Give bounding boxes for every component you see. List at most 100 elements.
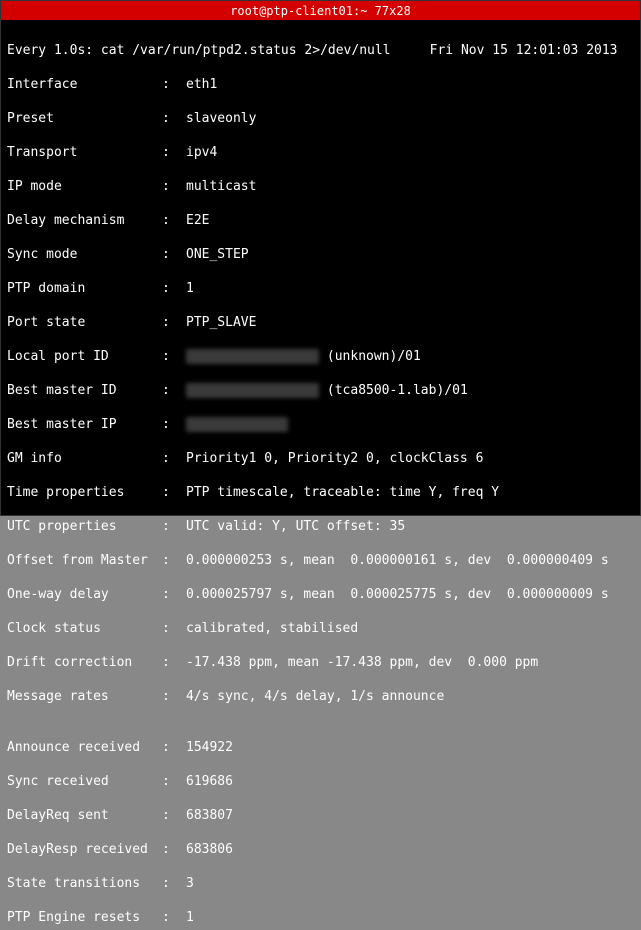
field-label: UTC properties — [7, 518, 162, 535]
field-label: Drift correction — [7, 654, 162, 671]
field-label: Sync received — [7, 773, 162, 790]
status-row: Drift correction:-17.438 ppm, mean -17.4… — [7, 654, 634, 671]
status-row: Delay mechanism:E2E — [7, 212, 634, 229]
colon: : — [162, 484, 186, 501]
colon: : — [162, 688, 186, 705]
field-value: E2E — [186, 213, 209, 228]
field-value: 3 — [186, 876, 194, 891]
field-value: 4/s sync, 4/s delay, 1/s announce — [186, 689, 444, 704]
status-row: Port state:PTP_SLAVE — [7, 314, 634, 331]
status-row: State transitions:3 — [7, 875, 634, 892]
status-row: Time properties:PTP timescale, traceable… — [7, 484, 634, 501]
field-value: UTC valid: Y, UTC offset: 35 — [186, 519, 405, 534]
colon: : — [162, 552, 186, 569]
colon: : — [162, 739, 186, 756]
status-row: Transport:ipv4 — [7, 144, 634, 161]
field-label: DelayReq sent — [7, 807, 162, 824]
status-row: DelayReq sent:683807 — [7, 807, 634, 824]
colon: : — [162, 875, 186, 892]
watch-timestamp: Fri Nov 15 12:01:03 2013 — [430, 43, 618, 58]
colon: : — [162, 620, 186, 637]
field-label: One-way delay — [7, 586, 162, 603]
status-row: Clock status:calibrated, stabilised — [7, 620, 634, 637]
field-label: Transport — [7, 144, 162, 161]
colon: : — [162, 450, 186, 467]
status-row: Interface:eth1 — [7, 76, 634, 93]
colon: : — [162, 909, 186, 926]
field-value: -17.438 ppm, mean -17.438 ppm, dev 0.000… — [186, 655, 538, 670]
status-row: Offset from Master:0.000000253 s, mean 0… — [7, 552, 634, 569]
field-value: calibrated, stabilised — [186, 621, 358, 636]
colon: : — [162, 416, 186, 433]
status-row: Best master ID:xxxxxxxxxxxxxxxxx (tca850… — [7, 382, 634, 399]
field-label: Local port ID — [7, 348, 162, 365]
status-row: PTP Engine resets:1 — [7, 909, 634, 926]
field-label: Preset — [7, 110, 162, 127]
redacted-ip: xxx.xx.xxx.xx — [186, 417, 288, 432]
field-value: ipv4 — [186, 145, 217, 160]
field-value: 619686 — [186, 774, 233, 789]
field-value: 683806 — [186, 842, 233, 857]
field-value: ONE_STEP — [186, 247, 249, 262]
colon: : — [162, 348, 186, 365]
field-suffix: (tca8500-1.lab)/01 — [327, 383, 468, 398]
field-label: Clock status — [7, 620, 162, 637]
field-value: 0.000025797 s, mean 0.000025775 s, dev 0… — [186, 587, 609, 602]
field-label: Delay mechanism — [7, 212, 162, 229]
colon: : — [162, 586, 186, 603]
colon: : — [162, 110, 186, 127]
field-label: DelayResp received — [7, 841, 162, 858]
colon: : — [162, 807, 186, 824]
terminal-content: Every 1.0s: cat /var/run/ptpd2.status 2>… — [1, 21, 640, 930]
field-value: 1 — [186, 910, 194, 925]
field-value: 154922 — [186, 740, 233, 755]
status-row: UTC properties:UTC valid: Y, UTC offset:… — [7, 518, 634, 535]
watch-command: Every 1.0s: cat /var/run/ptpd2.status 2>… — [7, 43, 391, 58]
field-value: PTP_SLAVE — [186, 315, 256, 330]
status-row: Announce received:154922 — [7, 739, 634, 756]
field-label: Offset from Master — [7, 552, 162, 569]
colon: : — [162, 76, 186, 93]
field-value: 683807 — [186, 808, 233, 823]
field-label: Sync mode — [7, 246, 162, 263]
field-value: 0.000000253 s, mean 0.000000161 s, dev 0… — [186, 553, 609, 568]
field-value: eth1 — [186, 77, 217, 92]
field-label: Best master ID — [7, 382, 162, 399]
field-label: IP mode — [7, 178, 162, 195]
colon: : — [162, 144, 186, 161]
colon: : — [162, 280, 186, 297]
status-row: IP mode:multicast — [7, 178, 634, 195]
colon: : — [162, 773, 186, 790]
colon: : — [162, 212, 186, 229]
field-label: PTP domain — [7, 280, 162, 297]
field-label: GM info — [7, 450, 162, 467]
field-value: 1 — [186, 281, 194, 296]
status-row: Message rates:4/s sync, 4/s delay, 1/s a… — [7, 688, 634, 705]
colon: : — [162, 246, 186, 263]
redacted-id: xxxxxxxxxxxxxxxxx — [186, 383, 319, 398]
status-row: PTP domain:1 — [7, 280, 634, 297]
field-label: Port state — [7, 314, 162, 331]
field-label: Best master IP — [7, 416, 162, 433]
field-label: Interface — [7, 76, 162, 93]
field-value: Priority1 0, Priority2 0, clockClass 6 — [186, 451, 483, 466]
field-label: Announce received — [7, 739, 162, 756]
colon: : — [162, 382, 186, 399]
watch-header: Every 1.0s: cat /var/run/ptpd2.status 2>… — [7, 43, 618, 58]
status-row: GM info:Priority1 0, Priority2 0, clockC… — [7, 450, 634, 467]
field-value: slaveonly — [186, 111, 256, 126]
status-row: Preset:slaveonly — [7, 110, 634, 127]
field-label: Time properties — [7, 484, 162, 501]
field-value: PTP timescale, traceable: time Y, freq Y — [186, 485, 499, 500]
status-row: One-way delay:0.000025797 s, mean 0.0000… — [7, 586, 634, 603]
field-suffix: (unknown)/01 — [327, 349, 421, 364]
redacted-id: xxxxxxxxxxxxxxxxx — [186, 349, 319, 364]
status-row: DelayResp received:683806 — [7, 841, 634, 858]
field-value: multicast — [186, 179, 256, 194]
colon: : — [162, 654, 186, 671]
status-row: Sync mode:ONE_STEP — [7, 246, 634, 263]
titlebar[interactable]: root@ptp-client01:~ 77x28 — [1, 1, 640, 21]
colon: : — [162, 841, 186, 858]
status-row: Best master IP:xxx.xx.xxx.xx — [7, 416, 634, 433]
field-label: State transitions — [7, 875, 162, 892]
